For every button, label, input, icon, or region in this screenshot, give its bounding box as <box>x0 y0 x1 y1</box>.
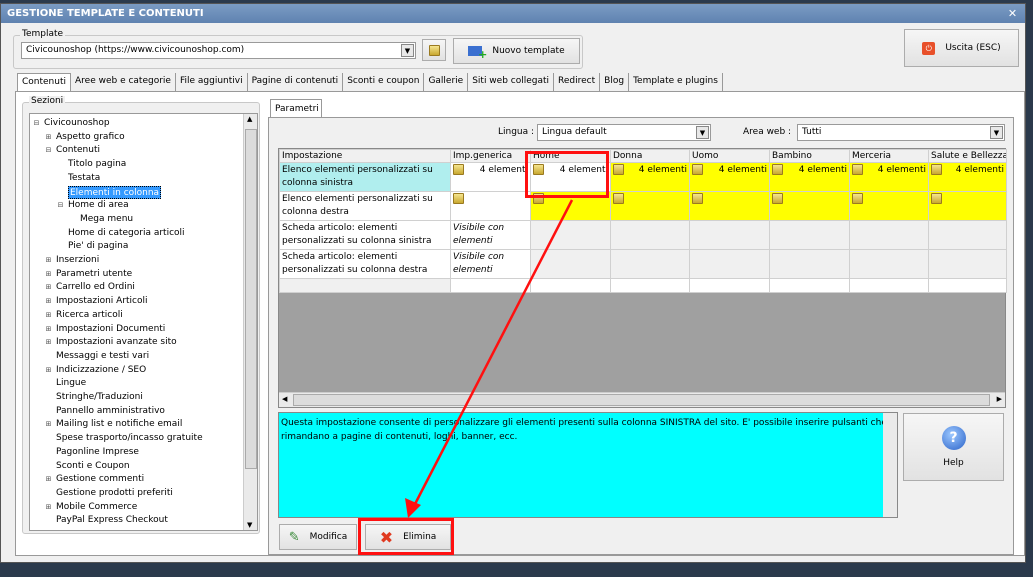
annotation-arrow <box>405 199 574 518</box>
